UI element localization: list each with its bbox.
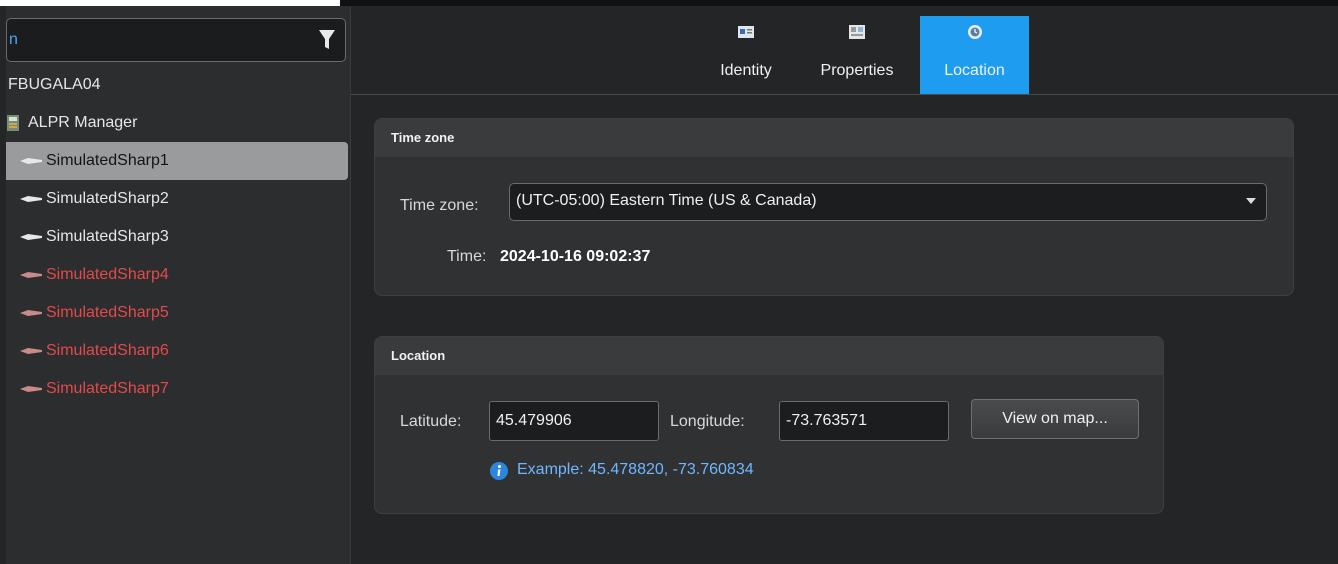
timezone-label: Time zone:: [400, 197, 479, 214]
lpr-camera-icon: [20, 196, 42, 202]
lpr-camera-offline-icon: [20, 348, 42, 354]
coordinate-example: Example: 45.478820, -73.760834: [517, 461, 754, 478]
tree-item-alpr-manager[interactable]: ALPR Manager: [6, 104, 350, 142]
config-panel: Identity Properties Location Time zone T…: [351, 6, 1338, 564]
tree-item-simulatedsharp5[interactable]: SimulatedSharp5: [6, 294, 350, 332]
filter-icon[interactable]: [317, 27, 337, 53]
tab-label: Properties: [820, 62, 894, 79]
lpr-camera-icon: [20, 234, 42, 240]
tab-label: Identity: [720, 62, 772, 79]
lpr-camera-offline-icon: [20, 386, 42, 392]
timezone-group: Time zone Time zone: (UTC-05:00) Eastern…: [374, 118, 1294, 296]
tree-item-label: SimulatedSharp5: [46, 304, 169, 321]
tree-item-label: SimulatedSharp6: [46, 342, 169, 359]
latitude-field[interactable]: [489, 401, 659, 441]
timezone-value: (UTC-05:00) Eastern Time (US & Canada): [516, 192, 817, 209]
entity-tree: FBUGALA04 ALPR Manager SimulatedSharp1 S…: [6, 66, 350, 408]
tree-item-simulatedsharp3[interactable]: SimulatedSharp3: [6, 218, 350, 256]
tree-item-label: SimulatedSharp2: [46, 190, 169, 207]
lpr-camera-offline-icon: [20, 310, 42, 316]
tree-item-label: SimulatedSharp7: [46, 380, 169, 397]
group-title: Time zone: [375, 119, 1293, 157]
tree-item-simulatedsharp7[interactable]: SimulatedSharp7: [6, 370, 350, 408]
tree-item-simulatedsharp6[interactable]: SimulatedSharp6: [6, 332, 350, 370]
tree-item-server[interactable]: FBUGALA04: [6, 66, 350, 104]
location-group: Location Latitude: Longitude: View on ma…: [374, 336, 1164, 514]
tree-item-label: ALPR Manager: [28, 114, 138, 131]
tree-item-simulatedsharp2[interactable]: SimulatedSharp2: [6, 180, 350, 218]
lpr-camera-icon: [20, 158, 42, 164]
info-icon: [490, 462, 508, 480]
view-on-map-button[interactable]: View on map...: [971, 399, 1139, 439]
tab-identity[interactable]: Identity: [701, 16, 791, 94]
search-input[interactable]: [9, 29, 289, 51]
lpr-camera-offline-icon: [20, 272, 42, 278]
latitude-label: Latitude:: [400, 413, 462, 430]
tree-item-label: SimulatedSharp1: [46, 152, 169, 169]
tree-item-simulatedsharp4[interactable]: SimulatedSharp4: [6, 256, 350, 294]
group-title: Location: [375, 337, 1163, 375]
tree-item-label: SimulatedSharp4: [46, 266, 169, 283]
chevron-down-icon: [1246, 198, 1256, 204]
time-label: Time:: [447, 248, 487, 265]
longitude-label: Longitude:: [670, 413, 745, 430]
entity-tree-panel: FBUGALA04 ALPR Manager SimulatedSharp1 S…: [6, 6, 351, 564]
tree-item-simulatedsharp1[interactable]: SimulatedSharp1: [6, 142, 348, 180]
tab-location[interactable]: Location: [920, 16, 1029, 94]
tab-label: Location: [944, 62, 1005, 79]
longitude-field[interactable]: [779, 401, 949, 441]
search-box[interactable]: [6, 18, 346, 62]
identity-card-icon: [738, 26, 754, 38]
alpr-manager-icon: [7, 115, 19, 131]
timezone-select[interactable]: (UTC-05:00) Eastern Time (US & Canada): [509, 183, 1267, 221]
time-value: 2024-10-16 09:02:37: [500, 248, 651, 265]
properties-icon: [849, 25, 865, 39]
tab-bar: Identity Properties Location: [351, 6, 1338, 95]
tab-properties[interactable]: Properties: [805, 16, 909, 94]
globe-clock-icon: [967, 25, 982, 39]
tree-item-label: SimulatedSharp3: [46, 228, 169, 245]
tree-item-label: FBUGALA04: [8, 76, 101, 93]
